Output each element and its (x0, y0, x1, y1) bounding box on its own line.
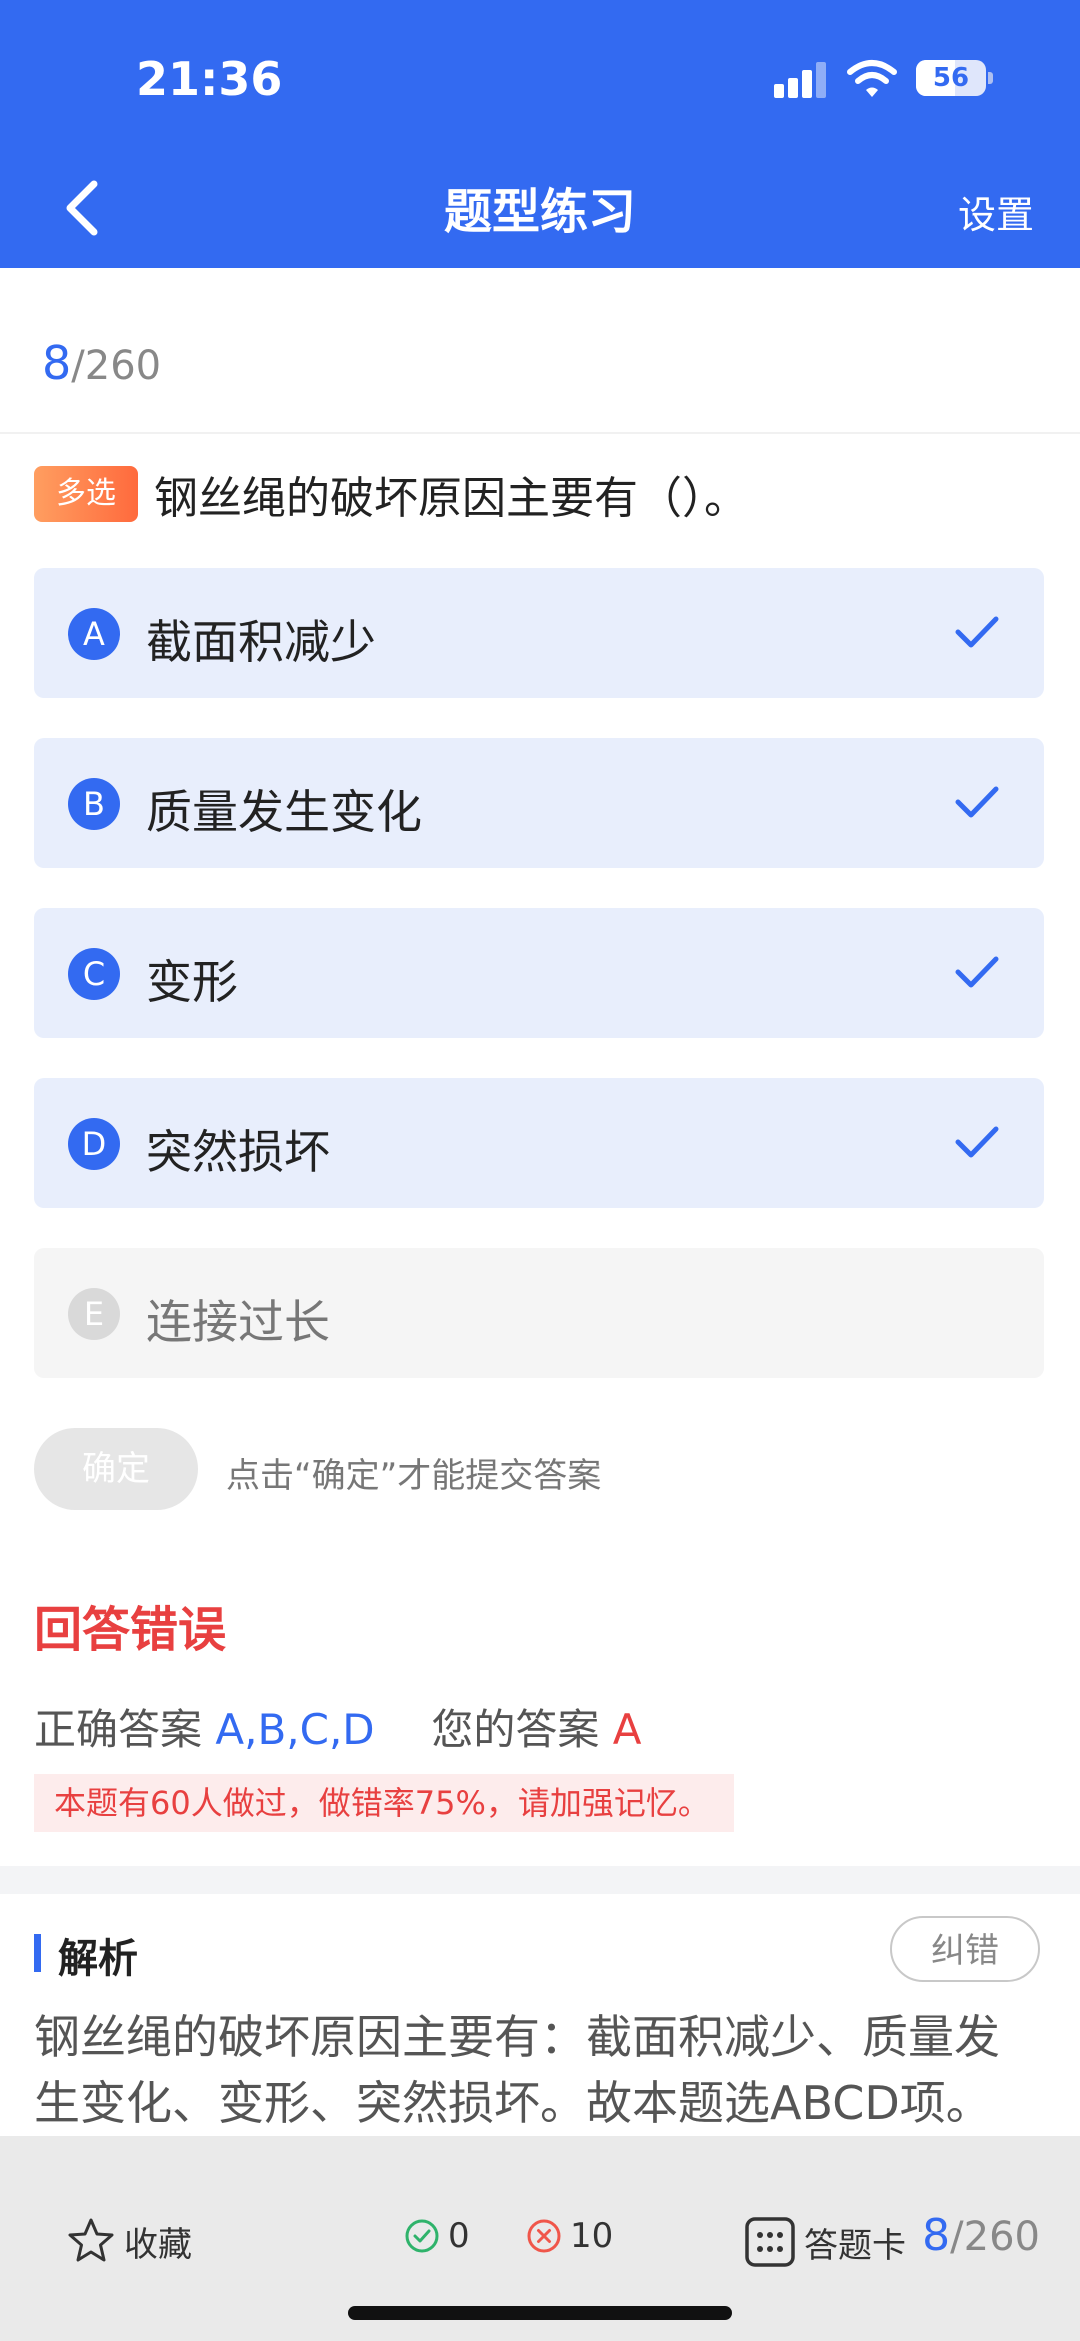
confirm-button[interactable]: 确定 (34, 1428, 198, 1510)
answer-summary: 正确答案 A,B,C,D 您的答案 A (34, 1696, 641, 1757)
status-time: 21:36 (136, 52, 283, 106)
check-icon (955, 1126, 999, 1158)
option-a[interactable]: A 截面积减少 (34, 568, 1044, 698)
correct-icon (405, 2219, 439, 2253)
option-letter: D (68, 1118, 120, 1170)
bottom-progress-current: 8 (922, 2210, 951, 2261)
check-icon (955, 616, 999, 648)
check-icon (955, 786, 999, 818)
correct-count: 0 (404, 2216, 470, 2256)
analysis-title: 解析 (58, 1936, 138, 1982)
signal-icon (774, 62, 828, 98)
bottom-progress: 8/260 (922, 2210, 1040, 2261)
correct-answer-label: 正确答案 (34, 1705, 203, 1754)
result-title: 回答错误 (34, 1602, 227, 1658)
battery-percent: 56 (932, 63, 970, 93)
wrong-count: 10 (526, 2216, 613, 2256)
divider (0, 432, 1080, 434)
settings-button[interactable]: 设置 (958, 184, 1034, 239)
option-b[interactable]: B 质量发生变化 (34, 738, 1044, 868)
analysis-text: 钢丝绳的破坏原因主要有：截面积减少、质量发生变化、变形、突然损坏。故本题选ABC… (34, 2010, 1000, 2130)
option-letter: C (68, 948, 120, 1000)
favorite-button[interactable]: 收藏 (66, 2216, 192, 2266)
confirm-hint: 点击“确定”才能提交答案 (226, 1456, 602, 1496)
answer-card-label: 答题卡 (804, 2225, 906, 2266)
page-title: 题型练习 (443, 184, 636, 240)
answer-card-icon (745, 2217, 795, 2267)
progress-current: 8 (42, 336, 72, 390)
bottom-progress-total: /260 (950, 2214, 1040, 2260)
correct-answer-value: A,B,C,D (215, 1705, 375, 1754)
wifi-icon (847, 60, 897, 97)
analysis-accent-bar (34, 1934, 41, 1972)
battery-indicator: 56 (916, 60, 986, 96)
option-letter: A (68, 608, 120, 660)
option-text: 质量发生变化 (146, 785, 422, 839)
option-d[interactable]: D 突然损坏 (34, 1078, 1044, 1208)
question-progress: 8/260 (42, 336, 161, 390)
progress-total: /260 (71, 343, 162, 389)
option-text: 连接过长 (146, 1295, 330, 1349)
answer-card-button[interactable]: 答题卡 (744, 2216, 906, 2268)
option-letter: E (68, 1288, 120, 1340)
option-text: 变形 (146, 955, 238, 1009)
option-letter: B (68, 778, 120, 830)
favorite-label: 收藏 (124, 2224, 192, 2265)
report-error-button[interactable]: 纠错 (890, 1916, 1040, 1982)
section-gap (0, 1866, 1080, 1894)
option-c[interactable]: C 变形 (34, 908, 1044, 1038)
option-text: 突然损坏 (146, 1125, 330, 1179)
error-rate-notice: 本题有60人做过，做错率75%，请加强记忆。 (34, 1774, 734, 1832)
star-icon (68, 2218, 114, 2262)
your-answer-label: 您的答案 (431, 1705, 600, 1754)
question-type-tag: 多选 (34, 466, 138, 522)
correct-count-value: 0 (448, 2216, 470, 2256)
home-indicator (348, 2306, 732, 2320)
wrong-icon (527, 2219, 561, 2253)
option-text: 截面积减少 (146, 615, 376, 669)
wrong-count-value: 10 (570, 2216, 614, 2256)
check-icon (955, 956, 999, 988)
battery-nub (988, 72, 993, 84)
your-answer-value: A (612, 1705, 642, 1754)
question-text: 钢丝绳的破坏原因主要有（）。 (154, 473, 748, 524)
option-e[interactable]: E 连接过长 (34, 1248, 1044, 1378)
